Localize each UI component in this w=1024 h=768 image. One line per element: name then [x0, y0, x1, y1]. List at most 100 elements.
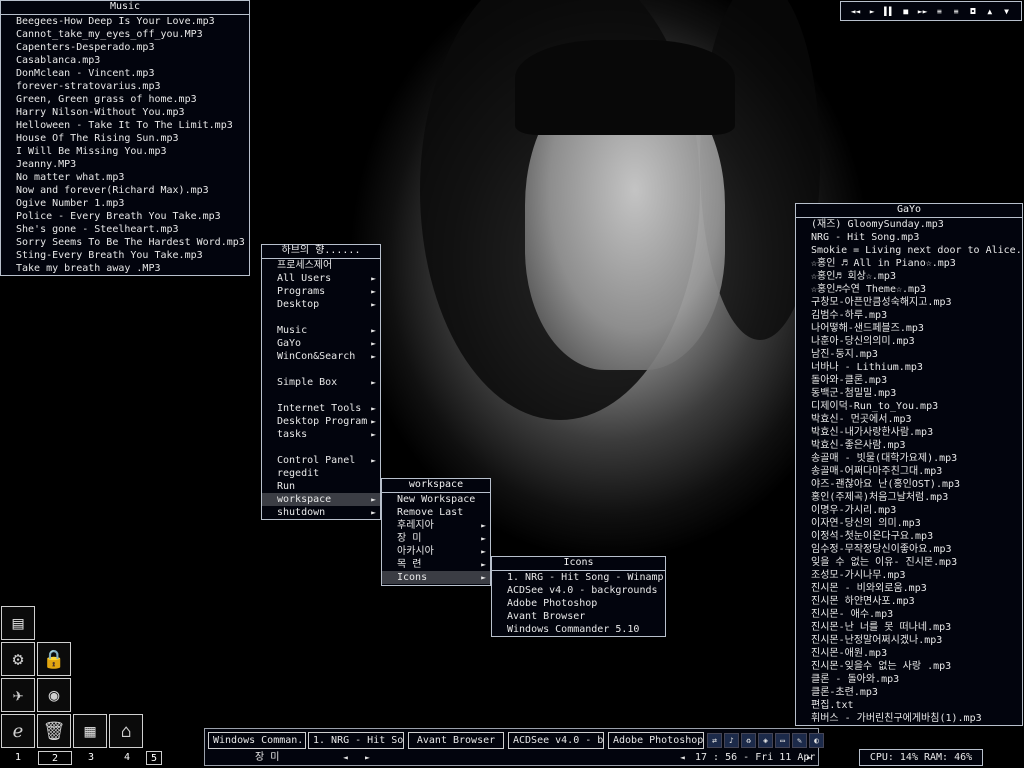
lock-icon[interactable]: 🔒: [37, 642, 71, 676]
icons-menu-item[interactable]: Windows Commander 5.10: [492, 623, 665, 636]
music-item[interactable]: Cannot_take_my_eyes_off_you.MP3: [1, 28, 249, 41]
music-item[interactable]: Sting-Every Breath You Take.mp3: [1, 249, 249, 262]
icons-menu-item[interactable]: ACDSee v4.0 - backgrounds: [492, 584, 665, 597]
volume-down-icon[interactable]: ▼: [1001, 7, 1012, 16]
gayo-item[interactable]: 돌아와-클론.mp3: [796, 374, 1022, 387]
shuffle-icon[interactable]: ≡: [934, 7, 945, 16]
gayo-item[interactable]: 이자연-당신의 의미.mp3: [796, 517, 1022, 530]
menu-item[interactable]: Programs ►: [262, 285, 380, 298]
menu-item[interactable]: Control Panel ►: [262, 454, 380, 467]
gayo-item[interactable]: 이정석-첫눈이온다구요.mp3: [796, 530, 1022, 543]
gayo-item[interactable]: 나어떻해-샌드페블즈.mp3: [796, 322, 1022, 335]
gayo-item[interactable]: 야즈-괜찮아요 난(홍인OST).mp3: [796, 478, 1022, 491]
task-button[interactable]: 1. NRG - Hit So...: [308, 732, 404, 749]
gayo-item[interactable]: 너바나 - Lithium.mp3: [796, 361, 1022, 374]
workspace-prev-button[interactable]: ◄: [343, 751, 348, 764]
gayo-item[interactable]: 디제이덕-Run_to_You.mp3: [796, 400, 1022, 413]
stop-icon[interactable]: ■: [900, 7, 911, 16]
pen-icon[interactable]: ✎: [792, 733, 807, 748]
recycle-bin-icon[interactable]: 🗑: [37, 714, 71, 748]
music-item[interactable]: Beegees-How Deep Is Your Love.mp3: [1, 15, 249, 28]
gayo-item[interactable]: 박효신- 먼곳에서.mp3: [796, 413, 1022, 426]
gayo-item[interactable]: 편집.txt: [796, 699, 1022, 712]
gayo-item[interactable]: 클론-초련.mp3: [796, 686, 1022, 699]
workspace-pager-3[interactable]: 3: [74, 751, 108, 765]
music-item[interactable]: Take my breath away .MP3: [1, 262, 249, 275]
menu-item[interactable]: Desktop ►: [262, 298, 380, 311]
music-item[interactable]: House Of The Rising Sun.mp3: [1, 132, 249, 145]
gayo-item[interactable]: 박효신-좋은사람.mp3: [796, 439, 1022, 452]
home-icon[interactable]: ⌂: [109, 714, 143, 748]
gayo-item[interactable]: (재즈) GloomySunday.mp3: [796, 218, 1022, 231]
gayo-item[interactable]: 송골매 - 빗물(대학가요제).mp3: [796, 452, 1022, 465]
menu-item[interactable]: Simple Box ►: [262, 376, 380, 389]
gayo-item[interactable]: 임수정-무작정당신이좋아요.mp3: [796, 543, 1022, 556]
music-item[interactable]: Casablanca.mp3: [1, 54, 249, 67]
music-item[interactable]: forever-stratovarius.mp3: [1, 80, 249, 93]
computer-icon[interactable]: ▤: [1, 606, 35, 640]
gayo-item[interactable]: 진시몬-애원.mp3: [796, 647, 1022, 660]
menu-item[interactable]: workspace ►: [262, 493, 380, 506]
menu-item[interactable]: shutdown ►: [262, 506, 380, 519]
workspace-menu-item[interactable]: 아카시아 ►: [382, 545, 490, 558]
gayo-item[interactable]: 진시몬 하얀면사포.mp3: [796, 595, 1022, 608]
workspace-menu-item[interactable]: 장 미 ►: [382, 532, 490, 545]
gayo-item[interactable]: 조성모-가시나무.mp3: [796, 569, 1022, 582]
network-icon[interactable]: ⇄: [707, 733, 722, 748]
tools-icon[interactable]: ⚙: [1, 642, 35, 676]
task-button[interactable]: Windows Comman...: [208, 732, 306, 749]
gayo-item[interactable]: ☆홍인♬수연 Theme☆.mp3: [796, 283, 1022, 296]
gayo-item[interactable]: 박효신-내가사랑한사람.mp3: [796, 426, 1022, 439]
gayo-item[interactable]: 잊을 수 없는 이유- 진시몬.mp3: [796, 556, 1022, 569]
gayo-item[interactable]: Smokie = Living next door to Alice.mp3: [796, 244, 1022, 257]
icons-menu-item[interactable]: 1. NRG - Hit Song - Winamp: [492, 571, 665, 584]
menu-item[interactable]: tasks ►: [262, 428, 380, 441]
task-prev-button[interactable]: ◄: [680, 751, 685, 764]
repeat-icon[interactable]: ≡: [951, 7, 962, 16]
music-item[interactable]: I Will Be Missing You.mp3: [1, 145, 249, 158]
pause-icon[interactable]: ▌▌: [883, 7, 894, 16]
menu-item[interactable]: 프로세스제어: [262, 259, 380, 272]
play-icon[interactable]: ►: [867, 7, 878, 16]
folder-icon[interactable]: ▭: [775, 733, 790, 748]
eject-icon[interactable]: ◘: [967, 7, 978, 16]
gayo-item[interactable]: 이명우-가시리.mp3: [796, 504, 1022, 517]
workspace-menu-item[interactable]: Icons ►: [382, 571, 490, 584]
gayo-item[interactable]: 진시몬- 애수.mp3: [796, 608, 1022, 621]
gayo-item[interactable]: 홍인(주제곡)처음그날처럼.mp3: [796, 491, 1022, 504]
task-button[interactable]: ACDSee v4.0 - b...: [508, 732, 604, 749]
gayo-item[interactable]: 진시몬 - 비와외로움.mp3: [796, 582, 1022, 595]
gayo-item[interactable]: 진시몬-난 너를 못 떠나네.mp3: [796, 621, 1022, 634]
gayo-item[interactable]: ☆홍인♬ 회상☆.mp3: [796, 270, 1022, 283]
gayo-item[interactable]: NRG - Hit Song.mp3: [796, 231, 1022, 244]
gayo-item[interactable]: 휘버스 - 가버린친구에게바침(1).mp3: [796, 712, 1022, 725]
menu-item[interactable]: Run: [262, 480, 380, 493]
icons-menu-item[interactable]: Adobe Photoshop: [492, 597, 665, 610]
music-item[interactable]: DonMclean - Vincent.mp3: [1, 67, 249, 80]
music-item[interactable]: Sorry Seems To Be The Hardest Word.mp3: [1, 236, 249, 249]
menu-item[interactable]: All Users ►: [262, 272, 380, 285]
volume-up-icon[interactable]: ▲: [984, 7, 995, 16]
music-item[interactable]: She's gone - Steelheart.mp3: [1, 223, 249, 236]
menu-item[interactable]: Music ►: [262, 324, 380, 337]
volume-icon[interactable]: ♪: [724, 733, 739, 748]
music-item[interactable]: No matter what.mp3: [1, 171, 249, 184]
media-player-icon[interactable]: ◉: [37, 678, 71, 712]
music-item[interactable]: Capenters-Desperado.mp3: [1, 41, 249, 54]
gayo-item[interactable]: 진시몬-난정말어쩌시겠나.mp3: [796, 634, 1022, 647]
internet-explorer-icon[interactable]: ℯ: [1, 714, 35, 748]
workspace-pager-5[interactable]: 5: [146, 751, 162, 765]
gayo-item[interactable]: ☆홍인 ♬ All in Piano☆.mp3: [796, 257, 1022, 270]
film-icon[interactable]: ▦: [73, 714, 107, 748]
gayo-item[interactable]: 송골매-어쩌다마주친그대.mp3: [796, 465, 1022, 478]
music-item[interactable]: Jeanny.MP3: [1, 158, 249, 171]
speaker-icon[interactable]: ◐: [809, 733, 824, 748]
workspace-menu-item[interactable]: 목 련 ►: [382, 558, 490, 571]
workspace-pager-4[interactable]: 4: [110, 751, 144, 765]
prev-icon[interactable]: ◄◄: [850, 7, 861, 16]
workspace-pager-2[interactable]: 2: [38, 751, 72, 765]
next-icon[interactable]: ►►: [917, 7, 928, 16]
menu-item[interactable]: Internet Tools ►: [262, 402, 380, 415]
menu-item[interactable]: regedit: [262, 467, 380, 480]
music-item[interactable]: Helloween - Take It To The Limit.mp3: [1, 119, 249, 132]
